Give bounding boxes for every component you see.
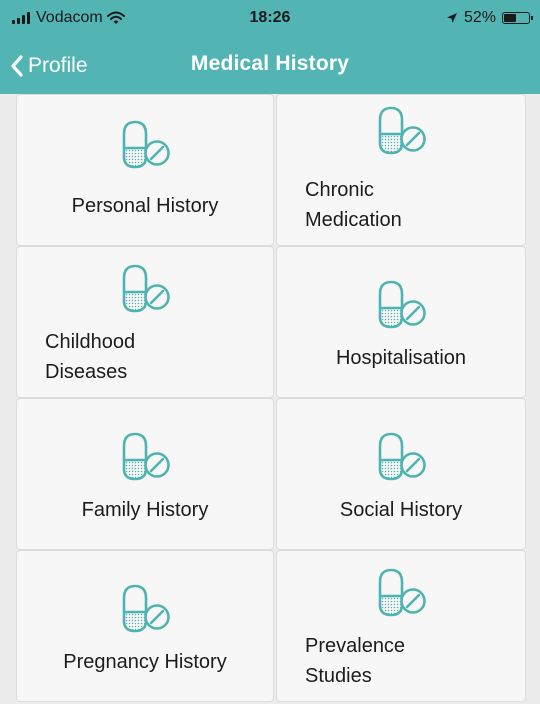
pill-icon: [122, 432, 170, 481]
tile-label: Pregnancy History: [63, 651, 227, 673]
tile-label: Hospitalisation: [335, 347, 467, 369]
tile-social-history[interactable]: Social History: [276, 398, 526, 550]
battery-level: [504, 14, 516, 22]
pill-icon: [122, 264, 170, 313]
tile-label: Family History: [81, 499, 209, 521]
tile-label: Prevalence Studies: [305, 635, 406, 687]
tile-label: Social History: [339, 499, 463, 521]
tile-childhood-diseases[interactable]: Childhood Diseases: [16, 246, 274, 398]
tile-label: Personal History: [71, 195, 219, 217]
tile-prevalence-studies[interactable]: Prevalence Studies: [276, 550, 526, 702]
tile-hospitalisation[interactable]: Hospitalisation: [276, 246, 526, 398]
pill-icon: [378, 568, 426, 617]
page-title: Medical History: [190, 52, 350, 75]
battery-icon: [502, 12, 533, 24]
tile-pregnancy-history[interactable]: Pregnancy History: [16, 550, 274, 702]
pill-icon: [378, 106, 426, 155]
tile-family-history[interactable]: Family History: [16, 398, 274, 550]
status-right: 52%: [446, 9, 533, 27]
pill-icon: [378, 280, 426, 329]
pill-icon: [122, 120, 170, 169]
nav-bar: Profile Medical History: [0, 40, 540, 94]
history-grid: Personal History Chronic Medication Chil…: [16, 94, 526, 702]
status-bar: Vodacom 18:26 52%: [0, 0, 540, 40]
tile-personal-history[interactable]: Personal History: [16, 94, 274, 246]
location-arrow-icon: [446, 13, 457, 23]
pill-icon: [122, 584, 170, 633]
pill-icon: [378, 432, 426, 481]
battery-percent: 52%: [463, 9, 496, 26]
tile-label: Chronic Medication: [305, 179, 402, 231]
tile-chronic-medication[interactable]: Chronic Medication: [276, 94, 526, 246]
tile-label: Childhood Diseases: [45, 331, 136, 383]
